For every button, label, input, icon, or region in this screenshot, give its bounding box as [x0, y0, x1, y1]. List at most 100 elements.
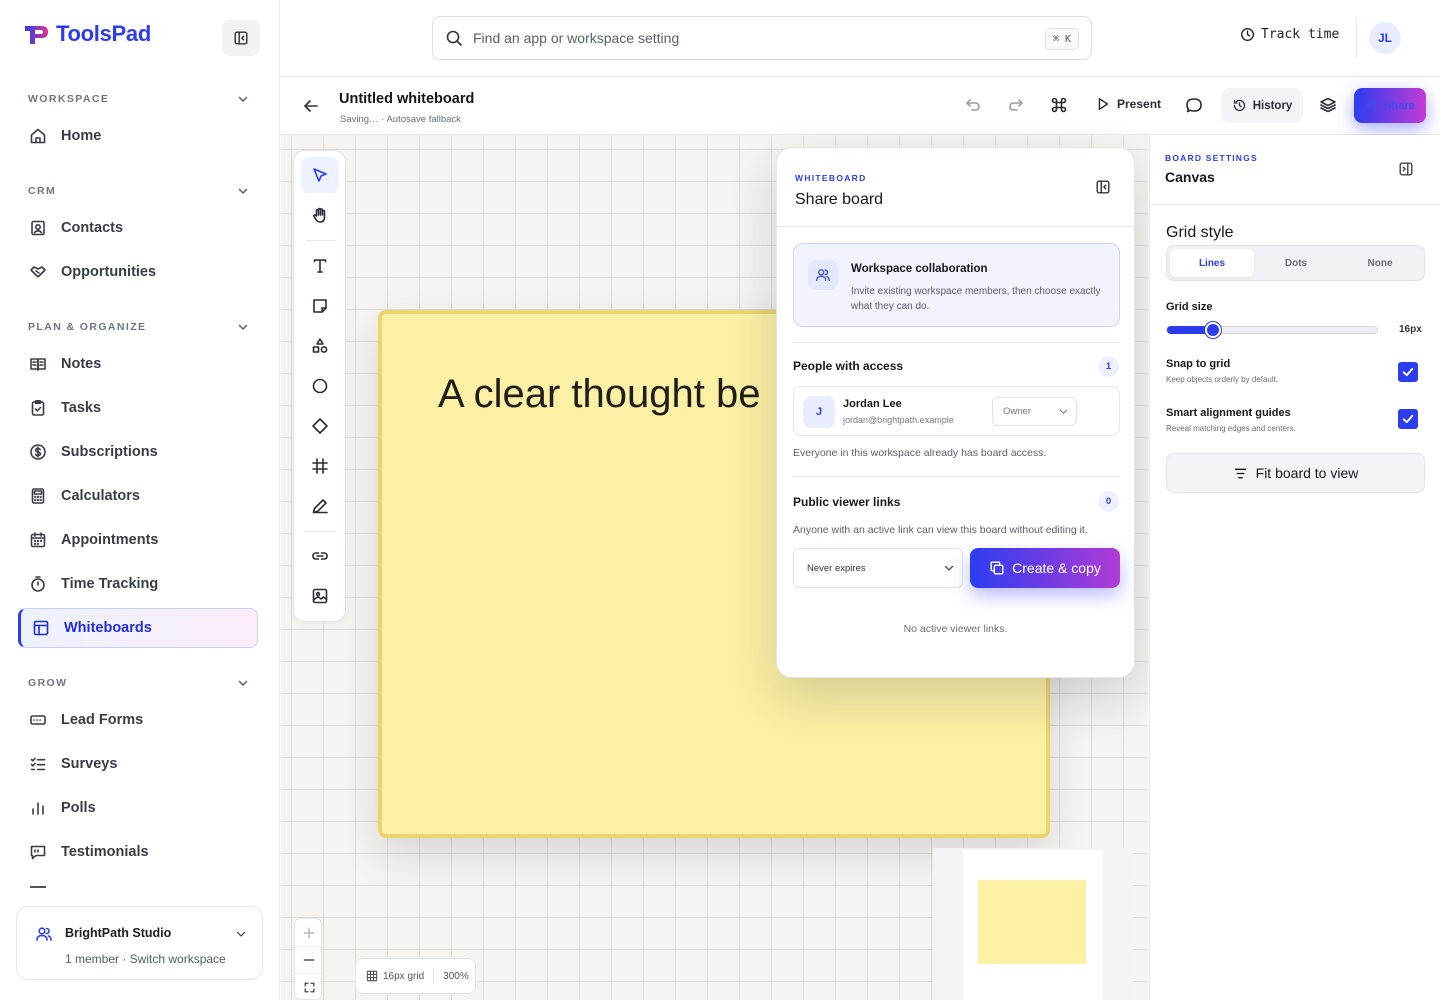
- divider: [433, 970, 435, 982]
- text-tool[interactable]: [301, 248, 339, 284]
- smart-guides-checkbox[interactable]: [1398, 409, 1418, 429]
- comments-button[interactable]: [1185, 96, 1203, 114]
- workspace-switcher[interactable]: BrightPath Studio 1 member · Switch work…: [16, 906, 263, 980]
- app-logo[interactable]: ToolsPad: [22, 20, 151, 48]
- collapse-sidebar-button[interactable]: [222, 20, 260, 56]
- global-search[interactable]: ⌘ K: [432, 16, 1092, 60]
- sidebar-item-polls[interactable]: Polls: [18, 788, 258, 828]
- history-button[interactable]: History: [1221, 88, 1303, 123]
- hand-icon: [313, 207, 326, 223]
- grid-style-lines[interactable]: Lines: [1170, 249, 1254, 277]
- section-grow[interactable]: GROW: [28, 676, 250, 690]
- search-input[interactable]: [473, 30, 1013, 46]
- grid-zoom-indicator[interactable]: 16px grid 300%: [355, 958, 476, 994]
- circle-icon: [312, 378, 328, 394]
- sidebar-item-label: Testimonials: [61, 844, 149, 860]
- undo-button[interactable]: [964, 96, 982, 114]
- sidebar-item-contacts[interactable]: Contacts: [18, 208, 258, 248]
- grid-size-slider[interactable]: [1166, 322, 1378, 338]
- create-copy-link-button[interactable]: Create & copy: [970, 548, 1120, 588]
- minimap[interactable]: [933, 848, 1133, 1000]
- share-label: Share: [1384, 99, 1415, 112]
- diamond-tool[interactable]: [301, 408, 339, 444]
- no-links-message: No active viewer links.: [903, 623, 1008, 635]
- sidebar-item-testimonials[interactable]: Testimonials: [18, 832, 258, 872]
- links-count-badge: 0: [1098, 491, 1119, 512]
- board-header: Untitled whiteboard Saving… · Autosave f…: [280, 77, 1440, 135]
- zoom-out-button[interactable]: [295, 946, 323, 973]
- slider-thumb[interactable]: [1205, 322, 1222, 338]
- tool-divider: [306, 531, 336, 532]
- sidebar-item-home[interactable]: Home: [18, 116, 258, 156]
- search-shortcut: ⌘ K: [1044, 28, 1079, 50]
- section-crm[interactable]: CRM: [28, 184, 250, 198]
- settings-collapse-button[interactable]: [1398, 161, 1414, 177]
- sidebar-item-tasks[interactable]: Tasks: [18, 388, 258, 428]
- sidebar-item-label: Home: [61, 128, 102, 144]
- role-select[interactable]: Owner: [992, 397, 1077, 426]
- pan-tool[interactable]: [301, 197, 339, 233]
- back-button[interactable]: [302, 97, 320, 115]
- zoom-in-button[interactable]: [295, 919, 323, 946]
- app-name: ToolsPad: [56, 21, 151, 46]
- sidebar-item-label: Appointments: [61, 532, 159, 548]
- handshake-icon: [30, 266, 46, 278]
- chevron-down-icon: [238, 680, 248, 686]
- sidebar-item-label: Subscriptions: [61, 444, 158, 460]
- section-workspace[interactable]: WORKSPACE: [28, 92, 250, 106]
- image-tool[interactable]: [301, 578, 339, 614]
- pen-tool[interactable]: [301, 488, 339, 524]
- smart-guides-title: Smart alignment guides: [1166, 407, 1291, 419]
- redo-button[interactable]: [1007, 96, 1025, 114]
- workspace-subtitle: 1 member · Switch workspace: [65, 952, 226, 966]
- grid-style-none[interactable]: None: [1338, 249, 1422, 277]
- board-title[interactable]: Untitled whiteboard: [339, 91, 474, 107]
- divider: [793, 342, 1120, 343]
- sidebar-item-appointments[interactable]: Appointments: [18, 520, 258, 560]
- sticky-note-text[interactable]: A clear thought be: [438, 372, 760, 417]
- users-icon: [36, 927, 52, 941]
- link-tool[interactable]: [301, 538, 339, 574]
- ellipse-tool[interactable]: [301, 368, 339, 404]
- section-label: PLAN & ORGANIZE: [28, 321, 147, 333]
- select-tool[interactable]: [301, 157, 339, 193]
- grid-style-label: Grid style: [1166, 224, 1234, 241]
- comment-icon: [1186, 98, 1202, 113]
- user-avatar[interactable]: JL: [1369, 22, 1401, 54]
- sidebar-item-surveys[interactable]: Surveys: [18, 744, 258, 784]
- present-button[interactable]: Present: [1095, 96, 1161, 112]
- sidebar-item-whiteboards[interactable]: Whiteboards: [18, 608, 258, 648]
- stopwatch-icon: [31, 576, 45, 592]
- sidebar-item-label: Time Tracking: [61, 576, 159, 592]
- shapes-tool[interactable]: [301, 328, 339, 364]
- sidebar-item-lead-forms[interactable]: Lead Forms: [18, 700, 258, 740]
- section-plan-organize[interactable]: PLAN & ORGANIZE: [28, 320, 250, 334]
- cursor-icon: [313, 168, 327, 182]
- text-icon: [313, 259, 327, 273]
- frame-tool[interactable]: [301, 448, 339, 484]
- share-board-popover: WHITEBOARD Share board Workspace collabo…: [776, 147, 1135, 678]
- fullscreen-button[interactable]: [295, 973, 323, 1000]
- popover-collapse-button[interactable]: [1095, 179, 1111, 195]
- minimap-sticky-note: [978, 880, 1086, 964]
- divider: [1356, 18, 1357, 58]
- sidebar-item-label: Whiteboards: [64, 620, 152, 636]
- sidebar-item-calculators[interactable]: Calculators: [18, 476, 258, 516]
- sticky-note-tool[interactable]: [301, 288, 339, 324]
- sidebar-item-opportunities[interactable]: Opportunities: [18, 252, 258, 292]
- grid-style-dots[interactable]: Dots: [1254, 249, 1338, 277]
- snap-to-grid-checkbox[interactable]: [1398, 362, 1418, 382]
- sidebar-item-notes[interactable]: Notes: [18, 344, 258, 384]
- share-button[interactable]: Share: [1354, 88, 1426, 123]
- fit-board-button[interactable]: Fit board to view: [1166, 453, 1425, 493]
- snap-to-grid-title: Snap to grid: [1166, 358, 1231, 370]
- people-count-badge: 1: [1098, 356, 1119, 377]
- link-expiry-select[interactable]: Never expires: [793, 548, 963, 588]
- track-time-button[interactable]: Track time: [1240, 27, 1339, 42]
- layers-button[interactable]: [1319, 96, 1337, 114]
- align-center-icon: [1234, 468, 1246, 478]
- image-icon: [312, 588, 328, 604]
- sidebar-item-subscriptions[interactable]: Subscriptions: [18, 432, 258, 472]
- sidebar-item-time-tracking[interactable]: Time Tracking: [18, 564, 258, 604]
- command-menu-button[interactable]: [1050, 96, 1068, 114]
